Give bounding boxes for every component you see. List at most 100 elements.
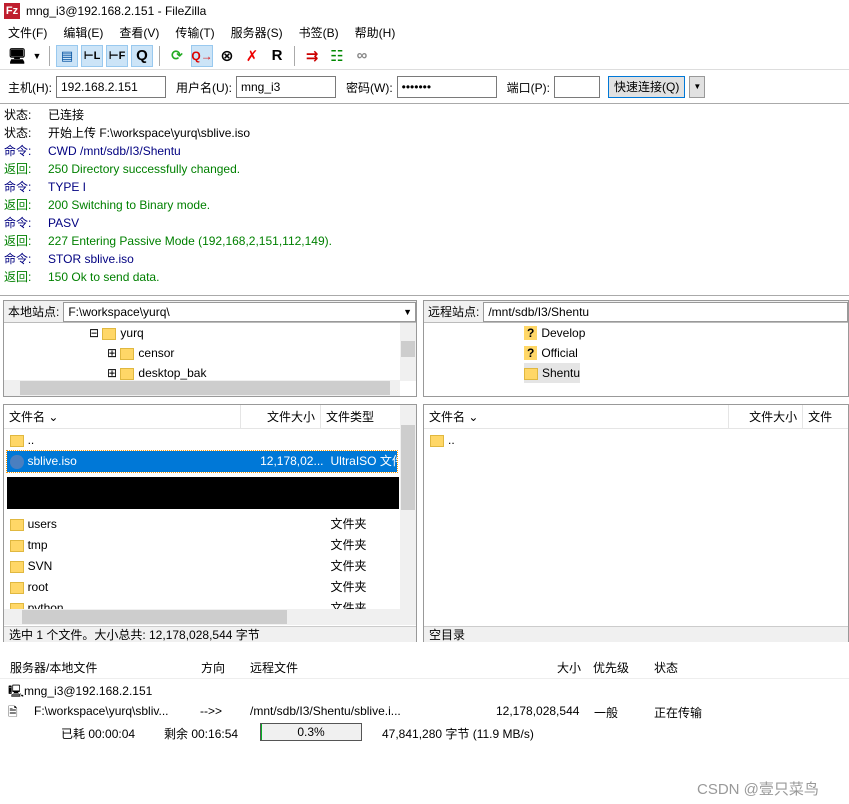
- password-input[interactable]: [396, 76, 497, 98]
- transfer-bytes: 47,841,280 字节 (11.9 MB/s): [382, 727, 534, 741]
- password-label: 密码(W):: [346, 80, 393, 95]
- toggle-local-tree-icon[interactable]: ⊢L: [81, 44, 103, 67]
- host-input[interactable]: [56, 76, 166, 98]
- toggle-queue-icon[interactable]: Q: [131, 44, 153, 67]
- local-site-label: 本地站点:: [8, 305, 60, 319]
- file-row[interactable]: tmp 文件夹: [7, 535, 397, 556]
- log-line: 返回: 200 Switching to Binary mode.: [4, 198, 211, 212]
- queue-server-row[interactable]: 🖳mng_i3@192.168.2.151: [8, 682, 152, 703]
- queue-size: 12,178,028,544: [496, 704, 580, 718]
- file-row[interactable]: ..: [7, 430, 397, 451]
- dropdown-icon[interactable]: ▼: [31, 45, 43, 67]
- refresh-icon[interactable]: ⟳: [166, 45, 188, 67]
- local-list-hscroll[interactable]: [4, 609, 416, 625]
- col-filename[interactable]: 文件名 ⌄: [4, 404, 241, 429]
- local-tree-pane: 本地站点: F:\workspace\yurq\ ▼ ⊟ yurq ⊞ censo…: [3, 300, 417, 397]
- col-filetype[interactable]: 文件类: [803, 405, 848, 429]
- toggle-remote-tree-icon[interactable]: ⊢F: [106, 44, 128, 67]
- menu-edit[interactable]: 编辑(E): [55, 24, 111, 41]
- tree-item-censor[interactable]: ⊞ censor: [107, 343, 174, 363]
- folder-icon: [10, 518, 24, 531]
- menu-bookmarks[interactable]: 书签(B): [291, 24, 347, 41]
- process-queue-icon[interactable]: Q→: [191, 44, 213, 67]
- toggle-log-icon[interactable]: ▤: [56, 44, 78, 67]
- tree-item-develop[interactable]: ? Develop: [524, 323, 585, 343]
- folder-icon: [10, 539, 24, 552]
- log-line: 返回: 250 Directory successfully changed.: [4, 162, 241, 176]
- queue-status: 正在传输: [654, 706, 703, 720]
- local-status: 选中 1 个文件。大小总共: 12,178,028,544 字节: [4, 626, 416, 642]
- remote-tree-pane: 远程站点: /mnt/sdb/I3/Shentu ? Develop ? Offic…: [423, 300, 849, 397]
- queue-local-file[interactable]: F:\workspace\yurq\sbliv...: [34, 704, 168, 718]
- tree-item-yurq[interactable]: ⊟ yurq: [89, 323, 144, 343]
- col-filetype[interactable]: 文件类型: [321, 405, 401, 429]
- tree-item-official[interactable]: ? Official: [524, 343, 578, 363]
- window-title: mng_i3@192.168.2.151 - FileZilla: [26, 4, 207, 18]
- message-log: 状态: 已连接 状态: 开始上传 F:\workspace\yurq\sblive.i…: [0, 103, 849, 296]
- qcol-direction[interactable]: 方向: [201, 659, 225, 676]
- server-icon: 🖳: [8, 684, 25, 698]
- log-line: 状态: 已连接: [4, 108, 85, 122]
- log-line: 命令: PASV: [4, 216, 80, 230]
- title-bar: Fz mng_i3@192.168.2.151 - FileZilla: [0, 0, 849, 22]
- menu-bar: 文件(F) 编辑(E) 查看(V) 传输(T) 服务器(S) 书签(B) 帮助(…: [0, 22, 849, 42]
- local-tree-hscroll[interactable]: [4, 380, 400, 396]
- tree-item-shentu[interactable]: Shentu: [524, 363, 581, 383]
- progress-bar: 0.3%: [260, 723, 362, 741]
- log-line: 命令: STOR sblive.iso: [4, 252, 134, 266]
- disconnect-icon[interactable]: ✗: [241, 45, 263, 67]
- disc-icon: [10, 454, 24, 469]
- search-icon[interactable]: ∞: [351, 45, 373, 67]
- qcol-local[interactable]: 服务器/本地文件: [10, 659, 97, 676]
- menu-help[interactable]: 帮助(H): [347, 24, 404, 41]
- qcol-status[interactable]: 状态: [654, 659, 678, 676]
- file-row[interactable]: root 文件夹: [7, 577, 397, 598]
- menu-file[interactable]: 文件(F): [0, 24, 55, 41]
- file-row[interactable]: users 文件夹: [7, 514, 397, 535]
- local-tree-vscroll[interactable]: [400, 323, 416, 381]
- log-line: 返回: 227 Entering Passive Mode (192,168,2,…: [4, 234, 332, 248]
- port-label: 端口(P):: [506, 80, 550, 95]
- remote-site-label: 远程站点:: [428, 305, 480, 319]
- queue-remote-file: /mnt/sdb/I3/Shentu/sblive.i...: [250, 704, 401, 718]
- redacted-region: [7, 477, 399, 509]
- log-line: 命令: TYPE I: [4, 180, 87, 194]
- menu-server[interactable]: 服务器(S): [223, 24, 291, 41]
- queue-file-icon: 🗎: [8, 705, 18, 719]
- quickconnect-button[interactable]: 快速连接(Q): [608, 76, 686, 98]
- sync-browse-icon[interactable]: ☷: [326, 45, 348, 67]
- log-line: 返回: 150 Ok to send data.: [4, 270, 160, 284]
- compare-icon[interactable]: ⇉: [301, 45, 323, 67]
- menu-view[interactable]: 查看(V): [111, 24, 167, 41]
- folder-icon: [10, 560, 24, 573]
- file-row-parent[interactable]: ..: [430, 430, 455, 451]
- qcol-remote[interactable]: 远程文件: [250, 659, 298, 676]
- queue-priority: 一般: [594, 706, 619, 720]
- site-manager-icon[interactable]: 🖥: [6, 45, 28, 67]
- remote-path-input[interactable]: /mnt/sdb/I3/Shentu: [483, 301, 848, 322]
- reconnect-icon[interactable]: R: [266, 45, 288, 67]
- col-filesize[interactable]: 文件大小: [241, 404, 321, 429]
- elapsed-time: 已耗 00:00:04: [61, 727, 136, 741]
- remaining-time: 剩余 00:16:54: [164, 727, 239, 741]
- qcol-priority[interactable]: 优先级: [593, 659, 629, 676]
- file-row[interactable]: SVN 文件夹: [7, 556, 397, 577]
- user-input[interactable]: [236, 76, 336, 98]
- menu-transfer[interactable]: 传输(T): [167, 24, 222, 41]
- cancel-icon[interactable]: ⊗: [216, 45, 238, 67]
- port-input[interactable]: [554, 76, 600, 98]
- file-row[interactable]: sblive.iso 12,178,02... UltraISO 文件: [6, 450, 398, 473]
- user-label: 用户名(U):: [176, 80, 232, 95]
- folder-icon: [10, 581, 24, 594]
- remote-file-list: 文件名 ⌄文件大小文件类 .. 空目录: [423, 404, 849, 642]
- local-list-vscroll[interactable]: [400, 405, 416, 609]
- watermark: CSDN @壹只菜鸟: [697, 781, 819, 798]
- qcol-size[interactable]: 大小: [557, 659, 581, 676]
- queue-direction: -->>: [200, 704, 223, 718]
- col-filesize[interactable]: 文件大小: [729, 404, 804, 429]
- local-file-list: 文件名 ⌄ 文件大小 文件类型 .. sblive.iso 12,178,02... Ul…: [3, 404, 417, 642]
- col-filename[interactable]: 文件名 ⌄: [424, 404, 729, 429]
- folder-icon: [10, 434, 24, 447]
- local-path-input[interactable]: F:\workspace\yurq\ ▼: [63, 301, 416, 322]
- quickconnect-dropdown[interactable]: ▼: [689, 76, 706, 98]
